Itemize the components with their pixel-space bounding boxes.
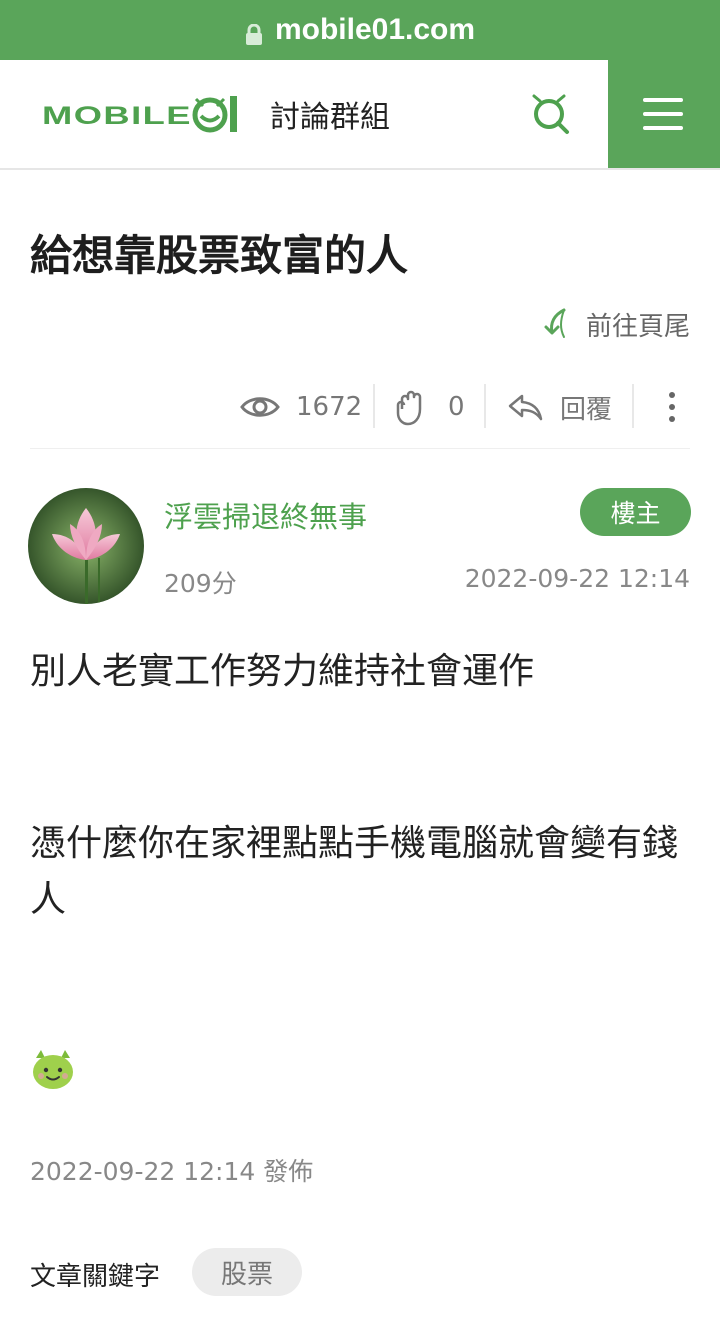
lock-icon [245, 20, 263, 45]
svg-text:MOBILE: MOBILE [42, 102, 192, 130]
more-icon [669, 392, 675, 422]
author-name[interactable]: 浮雲掃退終無事 [164, 494, 367, 536]
divider [30, 448, 690, 449]
mobile01-logo[interactable]: MOBILE [40, 90, 250, 140]
thread-title: 給想靠股票致富的人 [30, 231, 409, 280]
search-icon[interactable] [528, 92, 574, 138]
more-options-button[interactable] [662, 382, 682, 432]
menu-icon [643, 98, 683, 102]
thread-stats: 1672 0 回覆 [0, 382, 720, 432]
site-header: MOBILE 討論群組 [0, 60, 720, 170]
clap-icon [396, 390, 422, 426]
avatar[interactable] [28, 488, 144, 604]
author-score: 209分 [164, 569, 237, 598]
views-count: 1672 [296, 392, 363, 422]
menu-button[interactable] [608, 60, 720, 168]
browser-url-bar[interactable]: mobile01.com [0, 0, 720, 60]
owner-badge: 樓主 [580, 488, 691, 536]
views-stat: 1672 [240, 382, 362, 432]
green-monster-emoji [30, 1046, 76, 1092]
post-paragraph: 憑什麼你在家裡點點手機電腦就會變有錢人 [30, 823, 679, 920]
likes-count: 0 [448, 392, 465, 422]
url-text: mobile01.com [274, 13, 476, 46]
post-paragraph: 別人老實工作努力維持社會運作 [30, 651, 535, 692]
goto-bottom-link[interactable]: 前往頁尾 [540, 306, 690, 343]
post-time: 2022-09-22 12:14 [464, 564, 690, 593]
reply-button[interactable]: 回覆 [506, 382, 612, 432]
keywords-label: 文章關鍵字 [30, 1262, 161, 1292]
published-time: 2022-09-22 12:14 發佈 [30, 1157, 314, 1186]
eye-icon [240, 397, 280, 417]
reply-icon [508, 394, 543, 421]
goto-bottom-label: 前往頁尾 [585, 312, 690, 342]
like-button[interactable]: 0 [394, 382, 465, 432]
goto-bottom-icon [544, 308, 566, 338]
reply-label: 回覆 [560, 394, 613, 425]
forum-label[interactable]: 討論群組 [270, 92, 390, 136]
keyword-tag[interactable]: 股票 [192, 1248, 302, 1296]
